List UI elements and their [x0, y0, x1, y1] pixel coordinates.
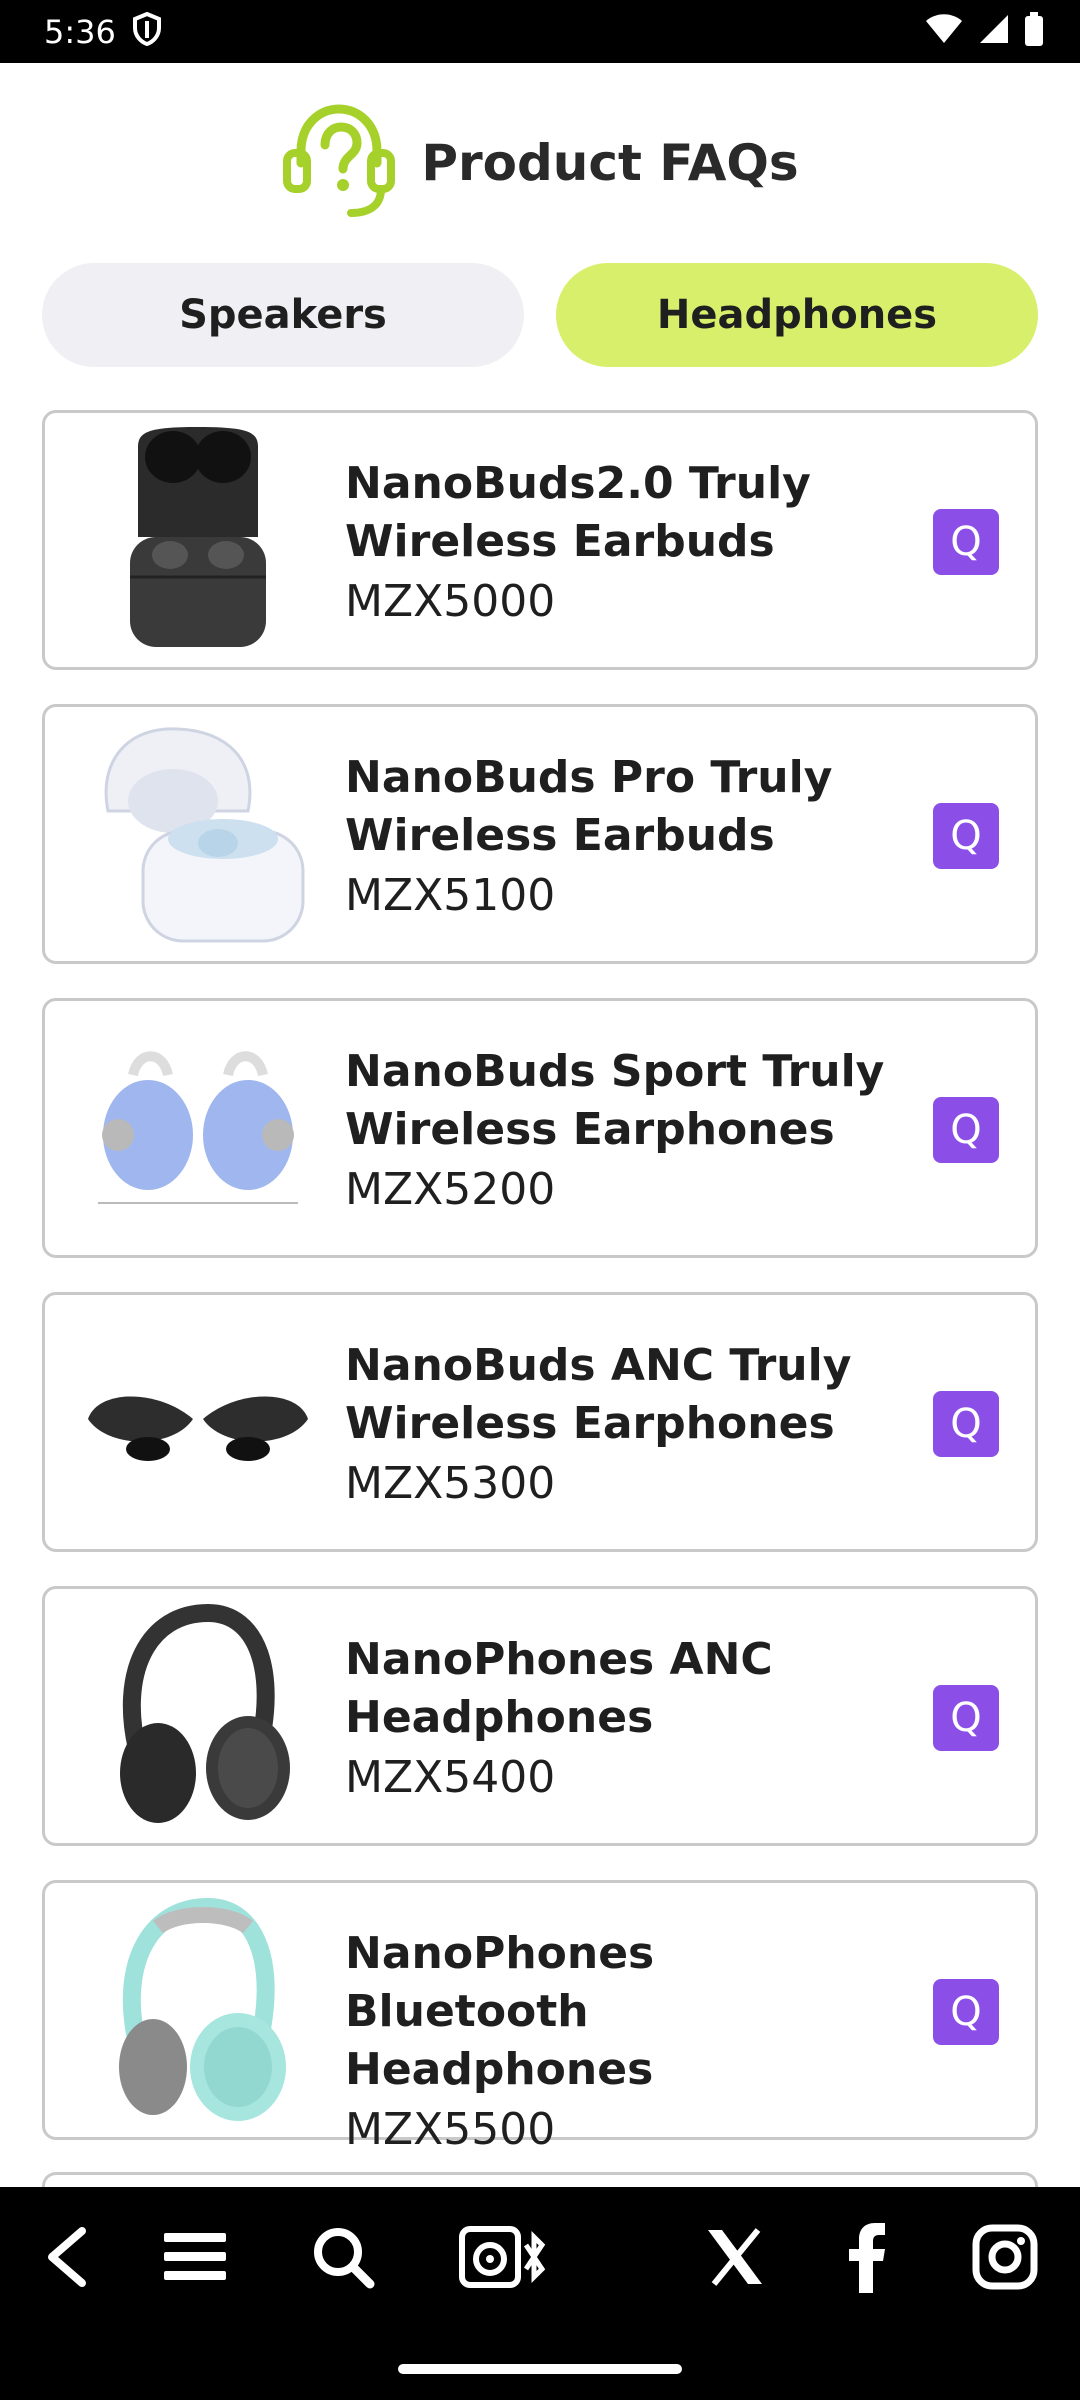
wifi-icon	[924, 13, 964, 50]
product-image	[73, 427, 323, 659]
product-model: MZX5500	[345, 2104, 556, 2155]
product-card[interactable]: NanoPhones ANC Headphones MZX5400 Q	[42, 1586, 1038, 1846]
product-model: MZX5000	[345, 576, 556, 627]
page-title: Product FAQs	[421, 133, 799, 192]
product-text: NanoBuds Pro Truly Wireless Earbuds MZX5…	[345, 749, 905, 927]
status-bar: 5:36	[0, 0, 1080, 63]
product-model: MZX5300	[345, 1458, 556, 1509]
category-tabs: Speakers Headphones	[42, 263, 1038, 367]
product-image	[73, 1897, 323, 2129]
product-text: NanoBuds ANC Truly Wireless Earphones MZ…	[345, 1337, 905, 1515]
instagram-icon[interactable]	[970, 2217, 1040, 2297]
product-card[interactable]: NanoBuds Sport Truly Wireless Earphones …	[42, 998, 1038, 1258]
status-left: 5:36	[44, 11, 162, 51]
product-card[interactable]: NanoPhones Bluetooth Headphones MZX5500 …	[42, 1880, 1038, 2155]
status-right	[924, 12, 1044, 51]
status-time: 5:36	[44, 12, 116, 51]
faq-q-button[interactable]: Q	[933, 1979, 999, 2045]
product-card[interactable]: NanoBuds Pro Truly Wireless Earbuds MZX5…	[42, 704, 1038, 964]
product-model: MZX5100	[345, 870, 556, 921]
product-model: MZX5400	[345, 1752, 556, 1803]
faq-q-button[interactable]: Q	[933, 1391, 999, 1457]
speaker-bluetooth-icon[interactable]	[456, 2217, 556, 2297]
product-image	[73, 721, 323, 953]
product-name: NanoBuds ANC Truly Wireless Earphones	[345, 1340, 852, 1449]
faq-q-button[interactable]: Q	[933, 509, 999, 575]
product-image	[73, 1015, 323, 1247]
faq-q-button[interactable]: Q	[933, 803, 999, 869]
tab-speakers[interactable]: Speakers	[42, 263, 524, 367]
facebook-icon[interactable]	[842, 2217, 892, 2297]
headset-question-icon	[281, 101, 397, 224]
product-text: NanoPhones Bluetooth Headphones MZX5500	[345, 1925, 905, 2161]
tab-headphones[interactable]: Headphones	[556, 263, 1038, 367]
back-icon[interactable]	[36, 2217, 96, 2297]
product-text: NanoPhones ANC Headphones MZX5400	[345, 1631, 905, 1809]
battery-icon	[1024, 12, 1044, 51]
home-indicator[interactable]	[398, 2364, 682, 2374]
faq-q-button[interactable]: Q	[933, 1685, 999, 1751]
shield-icon	[132, 11, 162, 51]
product-list: NanoBuds2.0 Truly Wireless Earbuds MZX50…	[42, 410, 1038, 2155]
page-header: Product FAQs	[0, 100, 1080, 225]
product-name: NanoBuds2.0 Truly Wireless Earbuds	[345, 458, 811, 567]
product-image	[73, 1309, 323, 1541]
x-icon[interactable]	[702, 2217, 768, 2297]
product-text: NanoBuds Sport Truly Wireless Earphones …	[345, 1043, 905, 1221]
product-image	[73, 1603, 323, 1835]
signal-icon	[978, 13, 1010, 50]
menu-icon[interactable]	[162, 2217, 228, 2297]
product-model: MZX5200	[345, 1164, 556, 1215]
product-name: NanoBuds Pro Truly Wireless Earbuds	[345, 752, 833, 861]
product-text: NanoBuds2.0 Truly Wireless Earbuds MZX50…	[345, 455, 905, 633]
faq-q-button[interactable]: Q	[933, 1097, 999, 1163]
app-screen: 5:36 Product FAQs Speakers Headphones Na…	[0, 0, 1080, 2400]
product-name: NanoBuds Sport Truly Wireless Earphones	[345, 1046, 885, 1155]
product-name: NanoPhones Bluetooth Headphones	[345, 1928, 655, 2095]
product-name: NanoPhones ANC Headphones	[345, 1634, 773, 1743]
search-icon[interactable]	[308, 2217, 378, 2297]
product-card[interactable]: NanoBuds2.0 Truly Wireless Earbuds MZX50…	[42, 410, 1038, 670]
product-card[interactable]: NanoBuds ANC Truly Wireless Earphones MZ…	[42, 1292, 1038, 1552]
